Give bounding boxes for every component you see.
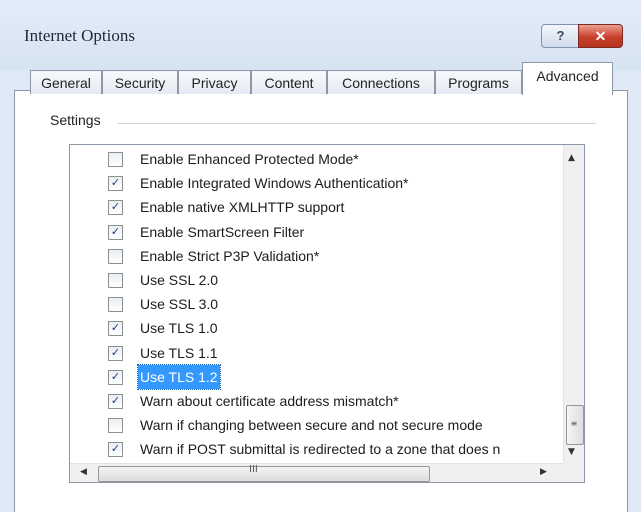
- grip-icon: ≡: [570, 419, 578, 428]
- tab-content[interactable]: Content: [251, 70, 327, 94]
- checkbox-checked[interactable]: ✓: [108, 224, 123, 240]
- scroll-up-arrow-icon[interactable]: ▲: [568, 153, 575, 163]
- vertical-scroll-thumb[interactable]: ≡: [566, 405, 584, 445]
- setting-label[interactable]: Warn about certificate address mismatch*: [138, 389, 401, 413]
- checkbox-unchecked[interactable]: [108, 273, 123, 288]
- setting-label[interactable]: Warn if changing between secure and not …: [138, 413, 485, 437]
- tab-programs[interactable]: Programs: [435, 70, 522, 94]
- setting-label[interactable]: Enable Enhanced Protected Mode*: [138, 147, 361, 171]
- setting-label[interactable]: Enable SmartScreen Filter: [138, 220, 306, 244]
- scroll-down-arrow-icon[interactable]: ▼: [568, 447, 575, 457]
- checkbox-checked[interactable]: ✓: [108, 369, 123, 385]
- setting-label[interactable]: Enable native XMLHTTP support: [138, 195, 346, 219]
- title-bar: Internet Options ? ✕: [0, 0, 641, 70]
- setting-label[interactable]: Use TLS 1.1: [138, 341, 220, 365]
- checkbox-unchecked[interactable]: [108, 248, 123, 264]
- window-title: Internet Options: [24, 26, 135, 45]
- setting-label[interactable]: Enable Integrated Windows Authentication…: [138, 171, 411, 195]
- vertical-scrollbar[interactable]: ▲ ≡ ▼: [563, 145, 584, 463]
- checkbox-checked[interactable]: ✓: [108, 345, 123, 361]
- settings-list[interactable]: Enable Enhanced Protected Mode* ✓ Enable I…: [69, 144, 585, 483]
- setting-label[interactable]: Use SSL 3.0: [138, 292, 220, 316]
- tab-connections[interactable]: Connections: [327, 70, 435, 94]
- checkbox-checked[interactable]: ✓: [108, 442, 123, 458]
- scroll-right-arrow-icon[interactable]: ▶: [540, 467, 547, 477]
- tab-privacy[interactable]: Privacy: [178, 70, 251, 94]
- settings-group-label: Settings: [50, 112, 109, 128]
- checkbox-unchecked[interactable]: [108, 152, 123, 167]
- setting-label[interactable]: Enable Strict P3P Validation*: [138, 244, 321, 268]
- help-button[interactable]: ?: [541, 24, 580, 48]
- horizontal-scrollbar[interactable]: ◀ III ▶: [70, 463, 563, 482]
- checkbox-unchecked[interactable]: [108, 297, 123, 313]
- tab-advanced[interactable]: Advanced: [522, 62, 613, 95]
- setting-label[interactable]: Use TLS 1.2: [137, 363, 221, 390]
- horizontal-scroll-thumb[interactable]: III: [98, 464, 430, 482]
- checkbox-checked[interactable]: ✓: [108, 394, 123, 409]
- checkbox-checked[interactable]: ✓: [108, 200, 123, 216]
- tab-general[interactable]: General: [30, 70, 102, 94]
- settings-group-divider: [118, 123, 596, 124]
- checkbox-checked[interactable]: ✓: [108, 176, 123, 192]
- checkbox-checked[interactable]: ✓: [108, 321, 123, 337]
- setting-label[interactable]: Warn if POST submittal is redirected to …: [138, 437, 502, 461]
- scrollbar-corner: [563, 463, 584, 482]
- setting-label[interactable]: Use SSL 2.0: [138, 268, 220, 292]
- tab-security[interactable]: Security: [102, 70, 178, 94]
- close-button[interactable]: ✕: [578, 24, 623, 48]
- grip-icon: III: [249, 464, 258, 475]
- checkbox-unchecked[interactable]: [108, 418, 123, 434]
- scroll-left-arrow-icon[interactable]: ◀: [80, 467, 87, 477]
- setting-label[interactable]: Use TLS 1.0: [138, 316, 220, 340]
